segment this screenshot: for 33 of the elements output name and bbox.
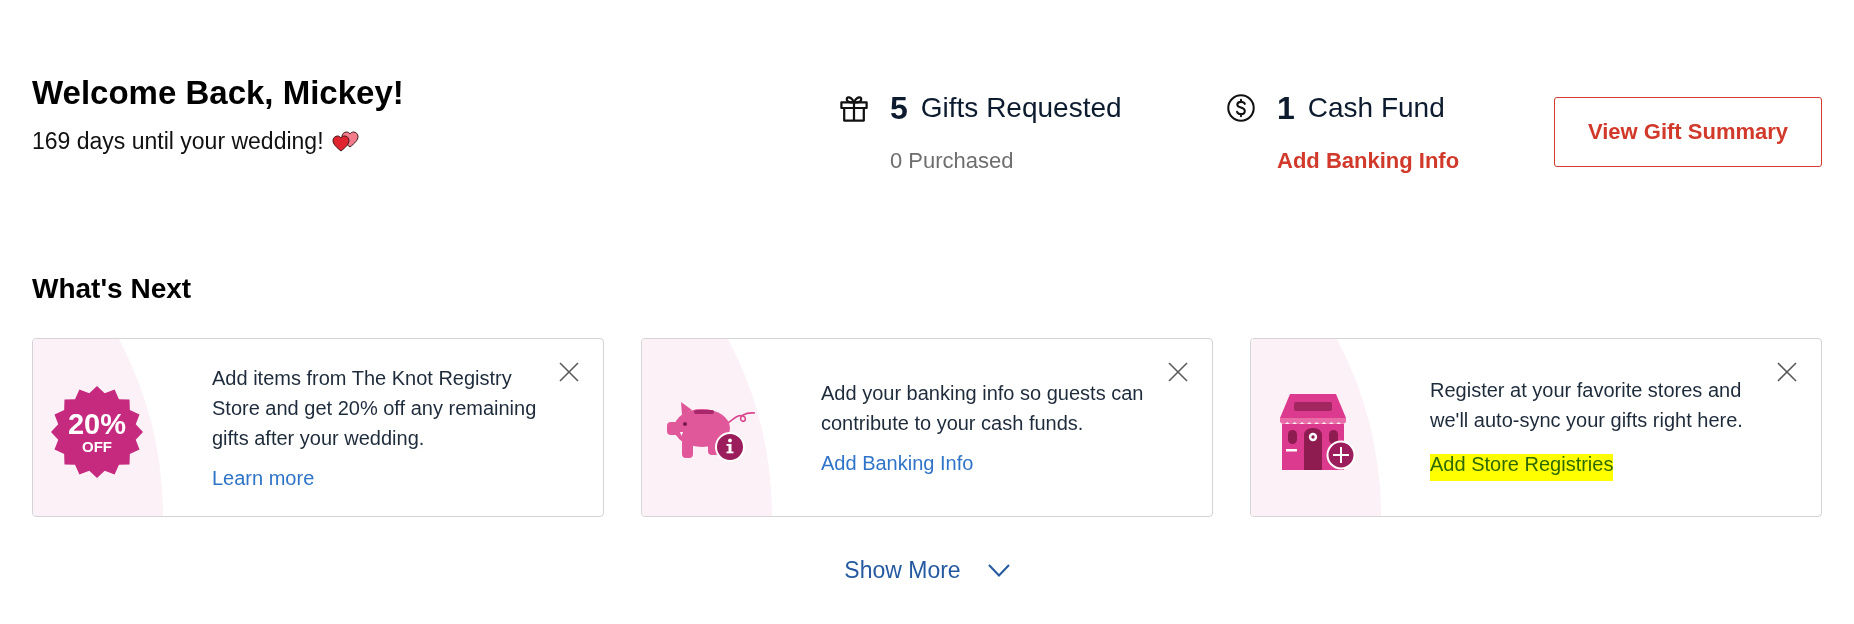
- info-icon: [715, 431, 745, 462]
- discount-percent: 20%: [67, 408, 126, 439]
- card-text: Add items from The Knot Registry Store and get 20% off any remaining gifts after your wedding.: [212, 365, 538, 451]
- card-text: Add your banking info so guests can contribute to your cash funds.: [821, 380, 1145, 436]
- close-button[interactable]: [1777, 362, 1797, 382]
- close-icon: [559, 362, 579, 382]
- stat-label: Cash Fund: [1307, 91, 1445, 125]
- card-text: Register at your favorite stores and we'll auto-sync your gifts right here.: [1430, 377, 1744, 433]
- chevron-down-icon: [987, 563, 1010, 577]
- stat-count: 5: [890, 89, 908, 128]
- gift-icon: [840, 94, 868, 122]
- discount-label: OFF: [82, 438, 112, 455]
- dollar-icon: [1227, 94, 1255, 122]
- card-link[interactable]: Add Store Registries: [1430, 453, 1614, 481]
- storefront-icon: [1280, 393, 1346, 470]
- countdown-text: 169 days until your wedding!: [32, 127, 324, 156]
- section-heading: What's Next: [32, 272, 193, 306]
- summary-button[interactable]: View Gift Summary: [1554, 96, 1822, 167]
- card-link[interactable]: Learn more: [212, 462, 315, 493]
- card-link[interactable]: Add Banking Info: [821, 447, 974, 478]
- stat-note: 0 Purchased: [890, 147, 1014, 175]
- show-more-button[interactable]: Show More: [844, 554, 1010, 586]
- close-icon: [1168, 362, 1188, 382]
- stat-label: Gifts Requested: [920, 91, 1122, 125]
- plus-icon: [1326, 440, 1356, 469]
- close-button[interactable]: [559, 362, 579, 382]
- close-icon: [1777, 362, 1797, 382]
- hearts-icon: [331, 130, 359, 152]
- starburst-icon: [51, 385, 143, 478]
- close-button[interactable]: [1168, 362, 1188, 382]
- stat-link[interactable]: Add Banking Info: [1277, 147, 1460, 175]
- stat-count: 1: [1277, 89, 1295, 128]
- welcome-heading: Welcome Back, Mickey!: [32, 73, 404, 113]
